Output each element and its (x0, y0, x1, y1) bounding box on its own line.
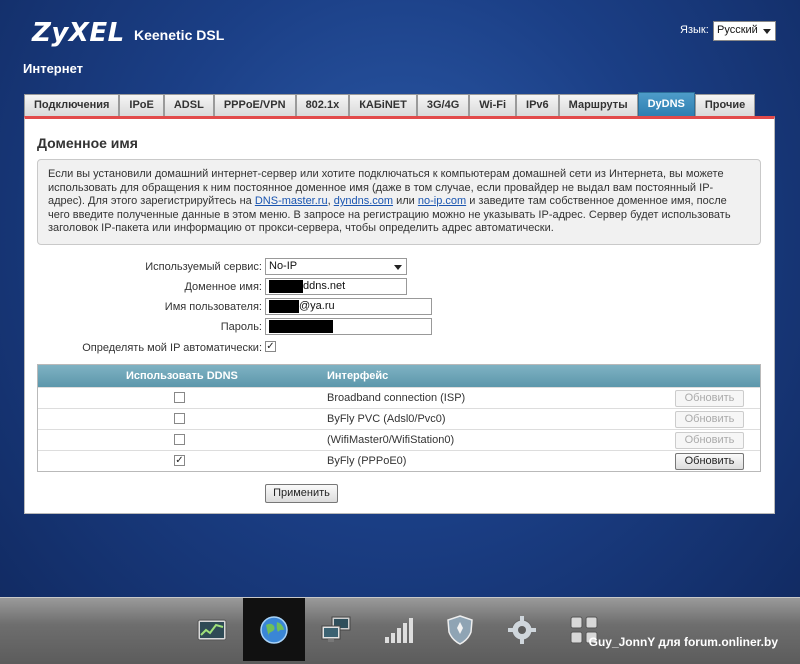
chevron-down-icon (394, 265, 402, 270)
table-row: ByFly PVC (Adsl0/Pvc0) Обновить (38, 408, 760, 429)
taskbar-home-network[interactable] (305, 598, 367, 661)
header: ZyXEL Keenetic DSL Язык: Русский Интерне… (0, 0, 800, 90)
username-input[interactable]: @ya.ru (265, 298, 432, 315)
chevron-down-icon (763, 29, 771, 34)
auto-ip-checkbox[interactable]: ✓ (265, 341, 276, 352)
shield-icon (447, 614, 473, 645)
domain-input[interactable]: ddns.net (265, 278, 407, 295)
service-row: Используемый сервис: No-IP (25, 258, 776, 278)
taskbar-system[interactable] (491, 598, 553, 661)
link-dns-master[interactable]: DNS-master.ru (255, 195, 328, 207)
tab-dydns[interactable]: DyDNS (637, 92, 695, 116)
language-label: Язык: (680, 24, 709, 36)
tab-3g4g[interactable]: 3G/4G (416, 94, 470, 116)
page-title: Интернет (23, 61, 84, 76)
use-ddns-checkbox[interactable]: ✓ (174, 455, 185, 466)
interface-name: ByFly PVC (Adsl0/Pvc0) (327, 413, 446, 425)
update-button[interactable]: Обновить (675, 432, 744, 449)
redacted-mask (269, 320, 333, 333)
info-box: Если вы установили домашний интернет-сер… (37, 159, 761, 245)
col-use-ddns: Использовать DDNS (126, 370, 238, 382)
tab-ipv6[interactable]: IPv6 (516, 94, 559, 116)
ddns-table: Использовать DDNS Интерфейс Broadband co… (37, 364, 761, 472)
service-label: Используемый сервис: (145, 261, 262, 273)
use-ddns-checkbox[interactable] (174, 413, 185, 424)
credit-watermark: Guy_JonnY для forum.onliner.by (588, 635, 778, 649)
gear-icon (508, 615, 536, 644)
globe-icon (260, 615, 288, 644)
tab-connections[interactable]: Подключения (24, 94, 120, 116)
taskbar-security[interactable] (429, 598, 491, 661)
use-ddns-checkbox[interactable] (174, 392, 185, 403)
table-header: Использовать DDNS Интерфейс (38, 365, 760, 387)
tab-routes[interactable]: Маршруты (558, 94, 638, 116)
update-button[interactable]: Обновить (675, 390, 744, 407)
auto-ip-row: Определять мой IP автоматически: ✓ (25, 339, 776, 359)
service-select[interactable]: No-IP (265, 258, 407, 275)
table-row: Broadband connection (ISP) Обновить (38, 387, 760, 408)
taskbar: Guy_JonnY для forum.onliner.by (0, 597, 800, 664)
computers-icon (321, 616, 351, 642)
redacted-mask (269, 280, 303, 293)
table-row: ✓ ByFly (PPPoE0) Обновить (38, 450, 760, 471)
domain-row: Доменное имя: ddns.net (25, 278, 776, 298)
language-select[interactable]: Русский (713, 21, 776, 41)
language-value: Русский (717, 24, 758, 36)
brand-logo: ZyXEL (32, 18, 125, 48)
update-button[interactable]: Обновить (675, 453, 744, 470)
taskbar-monitor[interactable] (181, 598, 243, 661)
tab-ipoe[interactable]: IPoE (119, 94, 164, 116)
username-suffix: @ya.ru (299, 300, 335, 312)
use-ddns-checkbox[interactable] (174, 434, 185, 445)
domain-label: Доменное имя: (184, 281, 262, 293)
taskbar-internet[interactable] (243, 598, 305, 661)
tab-pppoe-vpn[interactable]: PPPoE/VPN (213, 94, 296, 116)
update-button[interactable]: Обновить (675, 411, 744, 428)
chart-icon (197, 619, 227, 640)
tab-adsl[interactable]: ADSL (163, 94, 214, 116)
tab-other[interactable]: Прочие (694, 94, 756, 116)
tab-wifi[interactable]: Wi-Fi (469, 94, 517, 116)
domain-suffix: ddns.net (303, 280, 346, 292)
tab-kabinet[interactable]: КАБiNET (349, 94, 417, 116)
taskbar-applications[interactable] (553, 598, 615, 661)
dydns-panel: Доменное имя Если вы установили домашний… (24, 116, 775, 514)
col-interface: Интерфейс (327, 370, 389, 382)
password-label: Пароль: (220, 321, 262, 333)
username-label: Имя пользователя: (164, 301, 262, 313)
password-input[interactable] (265, 318, 432, 335)
service-value: No-IP (269, 260, 298, 272)
password-row: Пароль: (25, 318, 776, 338)
link-dyndns[interactable]: dyndns.com (334, 195, 393, 207)
info-sep-2: или (393, 195, 418, 208)
username-row: Имя пользователя: @ya.ru (25, 298, 776, 318)
link-no-ip[interactable]: no-ip.com (418, 195, 466, 207)
panel-title: Доменное имя (37, 135, 138, 151)
apply-button[interactable]: Применить (265, 484, 338, 503)
signal-bars-icon (385, 617, 413, 643)
taskbar-wifi[interactable] (367, 598, 429, 661)
tab-8021x[interactable]: 802.1x (295, 94, 350, 116)
product-name: Keenetic DSL (134, 27, 225, 43)
auto-ip-label: Определять мой IP автоматически: (82, 342, 262, 354)
tab-bar: Подключения IPoE ADSL PPPoE/VPN 802.1x К… (24, 92, 756, 116)
redacted-mask (269, 300, 299, 313)
interface-name: ByFly (PPPoE0) (327, 455, 407, 467)
table-row: (WifiMaster0/WifiStation0) Обновить (38, 429, 760, 450)
interface-name: (WifiMaster0/WifiStation0) (327, 434, 455, 446)
interface-name: Broadband connection (ISP) (327, 392, 466, 404)
